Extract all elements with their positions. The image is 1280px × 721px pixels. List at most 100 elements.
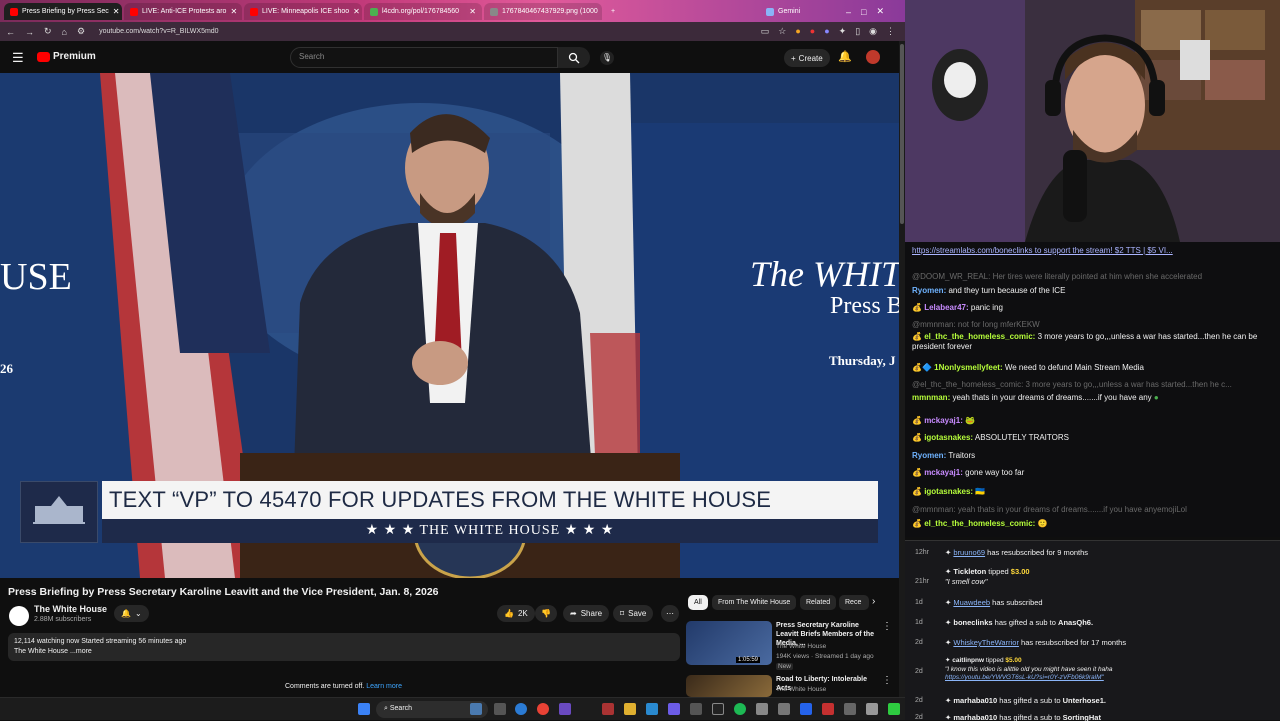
avatar[interactable] [866, 50, 880, 64]
search-button[interactable] [558, 47, 590, 68]
app-icon[interactable] [690, 703, 702, 715]
microphone-icon[interactable]: 🎙 [600, 51, 614, 65]
cast-icon[interactable]: ▭ [761, 26, 770, 37]
youtube-premium-logo[interactable]: Premium [53, 51, 96, 62]
url-field[interactable]: youtube.com/watch?v=R_BILWX5md0 [99, 28, 219, 35]
browser-tab[interactable]: l4cdn.org/pol/176784560✕ [364, 3, 482, 20]
maximize-icon[interactable]: □ [861, 7, 866, 17]
windows-start-icon[interactable] [358, 703, 370, 715]
extension-icon[interactable]: ● [810, 26, 815, 37]
browser-tab[interactable]: LIVE: Minneapolis ICE shoo✕ [244, 3, 362, 20]
star-icon[interactable]: ☆ [778, 26, 786, 37]
close-icon[interactable]: ✕ [113, 7, 120, 16]
banner-left-number: 26 [0, 361, 13, 377]
page-icon [370, 8, 378, 16]
browser-tab[interactable]: 1767840467437929.png (1000✕ [484, 3, 602, 20]
file-explorer-icon[interactable] [624, 703, 636, 715]
sidebar-icon[interactable]: ▯ [855, 26, 860, 37]
close-icon[interactable]: ✕ [469, 7, 476, 16]
new-tab-button[interactable]: + [606, 3, 620, 20]
banner-right-text: The WHIT [750, 253, 899, 295]
more-vertical-icon[interactable]: ⋮ [882, 675, 892, 686]
extension-icons: ▭ ☆ ● ● ● ✦ ▯ ◉ ⋮ [761, 26, 905, 37]
puzzle-icon[interactable]: ✦ [839, 26, 847, 37]
browser-tab-active[interactable]: Press Briefing by Press Sec✕ [4, 3, 122, 20]
hamburger-icon[interactable]: ☰ [12, 50, 24, 66]
widgets-icon[interactable] [470, 703, 482, 715]
chevron-right-icon[interactable]: › [872, 596, 875, 607]
browser-tab[interactable]: LIVE: Anti-ICE Protests aro✕ [124, 3, 242, 20]
search-input[interactable]: Search [290, 47, 558, 68]
task-view-icon[interactable] [494, 703, 506, 715]
app-icon[interactable] [646, 703, 658, 715]
chat-message: 💰 mckayaj1: gone way too far [912, 468, 1274, 478]
menu-dots-icon[interactable]: ⋮ [886, 26, 895, 37]
create-button[interactable]: +Create [784, 49, 830, 67]
more-vertical-icon[interactable]: ⋮ [882, 621, 892, 632]
app-icon[interactable] [822, 703, 834, 715]
duration-badge: 1:05:59 [736, 657, 760, 663]
dislike-button[interactable]: 👎 [535, 605, 557, 622]
like-button[interactable]: 👍2K [497, 605, 535, 622]
profile-icon[interactable]: ◉ [869, 26, 877, 37]
extension-icon[interactable]: ● [824, 26, 829, 37]
share-icon: ➦ [570, 609, 577, 618]
recommended-video[interactable]: Road to Liberty: Intolerable Acts The Wh… [686, 675, 892, 697]
steam-icon[interactable] [756, 703, 768, 715]
app-icon[interactable] [778, 703, 790, 715]
chat-reply-quote: @el_thc_the_homeless_comic: 3 more years… [912, 380, 1274, 390]
site-info-icon[interactable]: ⚙ [77, 26, 85, 37]
white-house-logo [20, 481, 98, 543]
obs-icon[interactable] [712, 703, 724, 715]
chip-from-channel[interactable]: From The White House [712, 595, 796, 610]
watching-info: 12,114 watching now Started streaming 56… [14, 637, 674, 647]
extension-icon[interactable]: ● [795, 26, 800, 37]
gemini-button[interactable]: Gemini [760, 3, 836, 20]
reload-icon[interactable]: ↻ [44, 26, 52, 37]
video-player[interactable]: USE 26 The WHIT Press B Thursday, J TEXT… [0, 73, 899, 578]
chip-related[interactable]: Related [800, 595, 836, 610]
app-icon[interactable] [888, 703, 900, 715]
back-icon[interactable]: ← [6, 27, 15, 37]
app-icon[interactable] [800, 703, 812, 715]
event-item: 21hr✦ Tickleton tipped $3.00"I smell cow… [911, 567, 1273, 587]
discord-icon[interactable] [668, 703, 680, 715]
edge-icon[interactable] [515, 703, 527, 715]
share-button[interactable]: ➦Share [563, 605, 609, 622]
description-box[interactable]: 12,114 watching now Started streaming 56… [8, 633, 680, 661]
badge-icon: 💰 [912, 332, 924, 341]
chip-recent[interactable]: Rece [839, 595, 869, 610]
scrollbar-thumb[interactable] [900, 44, 904, 224]
chip-all[interactable]: All [688, 595, 708, 610]
video-thumbnail[interactable] [686, 675, 772, 697]
app-icon[interactable] [844, 703, 856, 715]
subscriber-count: 2.88M subscribers [34, 616, 91, 623]
close-icon[interactable]: ✕ [353, 7, 360, 16]
spotify-icon[interactable] [734, 703, 746, 715]
thumbs-up-icon: 👍 [504, 609, 514, 618]
bell-icon[interactable]: 🔔 [838, 50, 852, 63]
notification-bell-button[interactable]: 🔔⌄ [114, 605, 149, 622]
learn-more-link[interactable]: Learn more [366, 683, 402, 690]
gemini-icon [766, 8, 774, 16]
video-thumbnail[interactable]: 1:05:59 [686, 621, 772, 665]
recommended-video[interactable]: 1:05:59 Press Secretary Karoline Leavitt… [686, 621, 892, 671]
emote-icon: ● [1154, 393, 1159, 402]
channel-avatar[interactable] [9, 606, 29, 626]
home-icon[interactable]: ⌂ [62, 27, 67, 37]
save-button[interactable]: ⌑Save [613, 605, 653, 622]
forward-icon[interactable]: → [25, 27, 34, 37]
youtube-logo-icon[interactable] [37, 52, 50, 62]
close-icon[interactable]: ✕ [230, 7, 237, 16]
chat-reply-quote: @DOOM_WR_REAL: Her tires were literally … [912, 272, 1274, 282]
webcam-feed [905, 0, 1280, 242]
chrome-icon[interactable] [537, 703, 549, 715]
close-window-icon[interactable]: ✕ [876, 6, 884, 17]
app-icon[interactable] [559, 703, 571, 715]
pinned-message[interactable]: https://streamlabs.com/boneclinks to sup… [912, 246, 1274, 256]
more-actions-button[interactable]: ⋯ [661, 605, 679, 622]
emote-icon: 🙂 [1035, 519, 1047, 528]
app-icon[interactable] [866, 703, 878, 715]
app-icon[interactable] [602, 703, 614, 715]
minimize-icon[interactable]: – [846, 7, 851, 17]
